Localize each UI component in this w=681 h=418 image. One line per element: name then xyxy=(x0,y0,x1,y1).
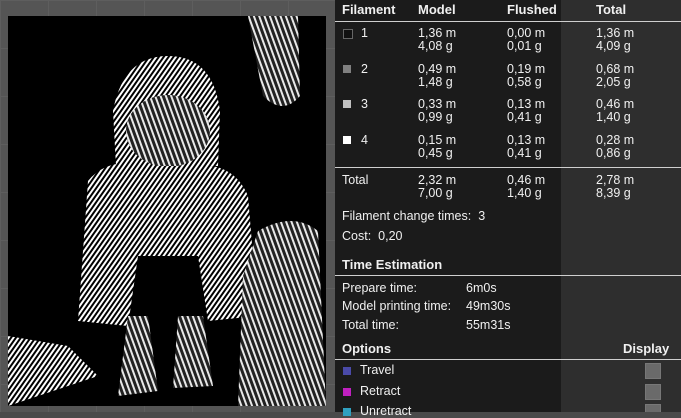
total-time-value: 55m31s xyxy=(466,318,511,332)
filament-1-model-weight: 4,08 g xyxy=(418,39,453,53)
filament-2-model-weight: 1,48 g xyxy=(418,75,453,89)
cost-value: 0,20 xyxy=(378,229,403,243)
summary-label: Total xyxy=(342,173,369,187)
cat-hoodie-preview xyxy=(8,16,326,406)
option-travel-label: Travel xyxy=(360,363,395,377)
option-unretract-checkbox[interactable] xyxy=(645,404,661,412)
filament-1-flushed-weight: 0,01 g xyxy=(507,39,542,53)
model-printing-time-value: 49m30s xyxy=(466,299,511,313)
filament-3-id: 3 xyxy=(361,97,368,111)
filament-3-flushed-weight: 0,41 g xyxy=(507,110,542,124)
filament-change-value: 3 xyxy=(478,209,486,223)
header-flushed: Flushed xyxy=(507,2,557,17)
options-title: Options xyxy=(342,341,392,356)
travel-swatch xyxy=(343,367,351,375)
time-divider xyxy=(335,275,681,276)
filament-change-label: Filament change times: xyxy=(342,209,472,223)
filament-2-swatch xyxy=(343,65,351,73)
options-divider xyxy=(335,359,681,360)
unretract-swatch xyxy=(343,408,351,416)
time-estimation-title: Time Estimation xyxy=(342,257,443,272)
sliced-results-panel: Filament Model Flushed Total 1 1,36 m 4,… xyxy=(335,0,681,418)
retract-swatch xyxy=(343,388,351,396)
filament-4-id: 4 xyxy=(361,133,368,147)
header-total: Total xyxy=(596,2,627,17)
summary-total-weight: 8,39 g xyxy=(596,186,631,200)
option-retract-label: Retract xyxy=(360,384,401,398)
filament-3-model-weight: 0,99 g xyxy=(418,110,453,124)
filament-1-swatch xyxy=(343,29,353,39)
header-model: Model xyxy=(418,2,456,17)
model-printing-time-label: Model printing time: xyxy=(342,299,452,313)
filament-2-total-weight: 2,05 g xyxy=(596,75,631,89)
filament-4-swatch xyxy=(343,136,351,144)
header-filament: Filament xyxy=(342,2,396,17)
summary-model-weight: 7,00 g xyxy=(418,186,453,200)
filament-4-model-weight: 0,45 g xyxy=(418,146,453,160)
option-travel-checkbox[interactable] xyxy=(645,363,661,379)
option-unretract-label: Unretract xyxy=(360,404,412,418)
filament-1-total-weight: 4,09 g xyxy=(596,39,631,53)
filament-4-total-weight: 0,86 g xyxy=(596,146,631,160)
summary-flushed-weight: 1,40 g xyxy=(507,186,542,200)
display-header: Display xyxy=(623,341,670,356)
prepare-time-label: Prepare time: xyxy=(342,281,418,295)
header-divider xyxy=(335,21,681,22)
filament-1-id: 1 xyxy=(361,26,368,40)
filament-2-flushed-weight: 0,58 g xyxy=(507,75,542,89)
prepare-time-value: 6m0s xyxy=(466,281,497,295)
filament-3-swatch xyxy=(343,100,351,108)
3d-viewport[interactable] xyxy=(0,0,335,412)
cost-label: Cost: xyxy=(342,229,372,243)
filament-2-id: 2 xyxy=(361,62,368,76)
filament-4-flushed-weight: 0,41 g xyxy=(507,146,542,160)
print-preview-image xyxy=(8,16,326,406)
summary-divider xyxy=(335,167,681,168)
filament-3-total-weight: 1,40 g xyxy=(596,110,631,124)
filament-change-times: Filament change times: 3 xyxy=(342,209,485,223)
cost-line: Cost: 0,20 xyxy=(342,229,402,243)
total-time-label: Total time: xyxy=(342,318,399,332)
option-retract-checkbox[interactable] xyxy=(645,384,661,400)
